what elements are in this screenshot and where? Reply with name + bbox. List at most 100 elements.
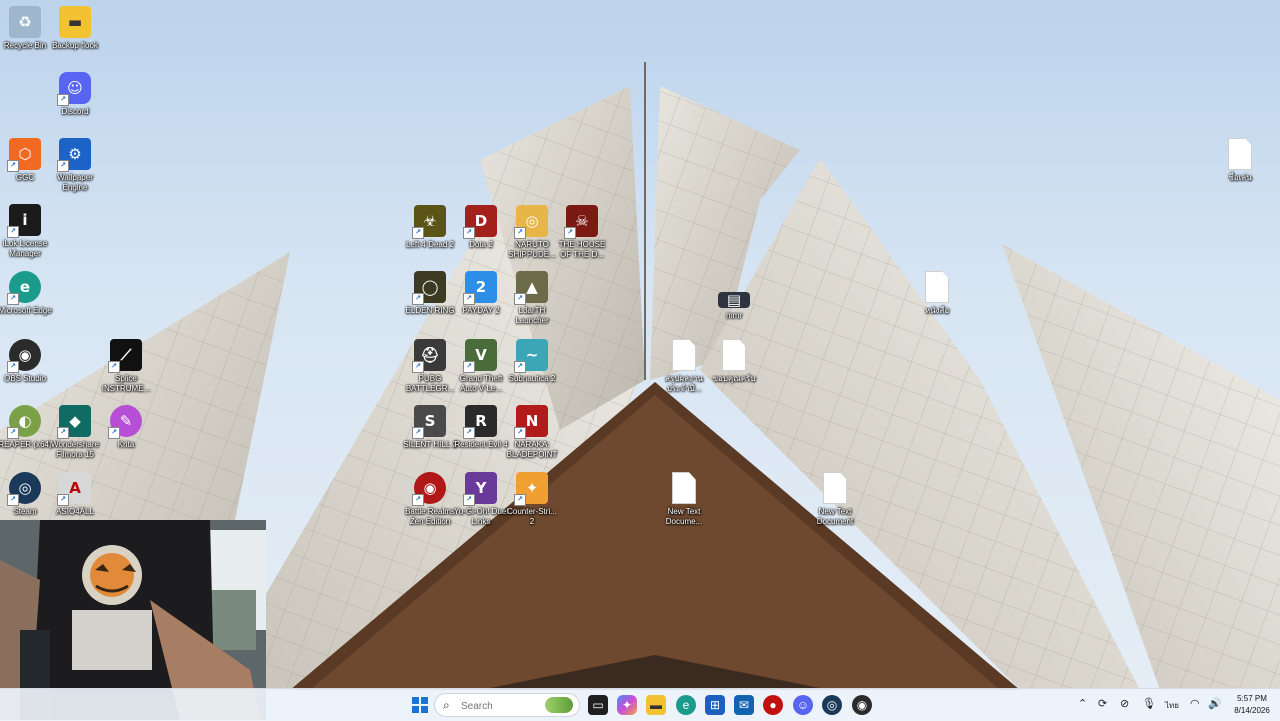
- text-file-icon: [672, 339, 696, 371]
- elden-ring-shortcut-icon[interactable]: ◯ ↗ ELDEN RING: [402, 271, 458, 316]
- taskbar-search-box[interactable]: ⌕: [434, 693, 580, 717]
- clock[interactable]: 5:57 PM 8/14/2026: [1228, 693, 1276, 717]
- steam-taskbar-button[interactable]: ◎: [822, 695, 842, 715]
- sync-icon[interactable]: ⟳: [1098, 697, 1107, 710]
- naraka-shortcut-icon[interactable]: N ↗ NARAKA: BLADEPOINT: [504, 405, 560, 460]
- text-file-icon: [722, 339, 746, 371]
- thai-file-4-icon[interactable]: ชื่อเล่น: [1212, 138, 1268, 183]
- dota2-glyph: D ↗: [463, 205, 497, 239]
- ilok-license-manager-shortcut-icon[interactable]: i ↗ iLok License Manager: [0, 204, 53, 259]
- naruto-glyph: ◎ ↗: [514, 205, 548, 239]
- ggc-label: GGC: [15, 173, 35, 182]
- subnautica-label: Subnautica 2: [508, 374, 556, 383]
- new-text-document-1-icon[interactable]: New Text Docume...: [656, 472, 712, 527]
- shortcut-arrow-icon: ↗: [412, 494, 424, 506]
- reaper-shortcut-icon[interactable]: ◐ ↗ REAPER (x64): [0, 405, 53, 450]
- splice-glyph: ⟋ ↗: [108, 339, 142, 373]
- payday-2-shortcut-icon[interactable]: 2 ↗ PAYDAY 2: [453, 271, 509, 316]
- pubg-shortcut-icon[interactable]: ⛑ ↗ PUBG BATTLEGR...: [402, 339, 458, 394]
- payday2-glyph: 2 ↗: [463, 271, 497, 305]
- volume-icon[interactable]: 🔊: [1208, 697, 1222, 710]
- naruto-shortcut-icon[interactable]: ◎ ↗ NARUTO SHIPPUDE...: [504, 205, 560, 260]
- dota-2-shortcut-icon[interactable]: D ↗ Dota 2: [453, 205, 509, 250]
- obs-studio-shortcut-icon[interactable]: ◉ ↗ OBS Studio: [0, 339, 53, 384]
- edge-taskbar-button[interactable]: e: [676, 695, 696, 715]
- shortcut-arrow-icon: ↗: [463, 494, 475, 506]
- l4d2-label: Left 4 Dead 2: [405, 240, 455, 249]
- shortcut-arrow-icon: ↗: [57, 494, 69, 506]
- silent-hill-2-shortcut-icon[interactable]: S ↗ SILENT HILL 2: [402, 405, 458, 450]
- yugioh-glyph: Y ↗: [463, 472, 497, 506]
- gta-glyph: V ↗: [463, 339, 497, 373]
- edge-glyph: e ↗: [7, 271, 41, 305]
- microphone-icon[interactable]: 🎙: [1142, 697, 1156, 710]
- network-off-icon[interactable]: ⊘: [1120, 697, 1129, 710]
- ggc-glyph: ⬡ ↗: [7, 138, 41, 172]
- clock-date: 8/14/2026: [1234, 706, 1270, 715]
- steam-label: Steam: [13, 507, 37, 516]
- recycle-bin-icon[interactable]: ♻ Recycle Bin: [0, 6, 53, 51]
- wallpaper-engine-shortcut-icon[interactable]: ⚙ ↗ Wallpaper Engine: [47, 138, 103, 193]
- outlook-button[interactable]: ✉: [734, 695, 754, 715]
- microsoft-edge-shortcut-icon[interactable]: e ↗ Microsoft Edge: [0, 271, 53, 316]
- shortcut-arrow-icon: ↗: [463, 361, 475, 373]
- thai-file-2-label: ขอบคุณครับ: [712, 374, 756, 383]
- resident-evil-4-shortcut-icon[interactable]: R ↗ Resident Evil 4: [453, 405, 509, 450]
- start-button[interactable]: [410, 695, 430, 715]
- shortcut-arrow-icon: ↗: [108, 361, 120, 373]
- thai-file-2-icon[interactable]: ขอบคุณครับ: [706, 339, 762, 384]
- search-input[interactable]: [459, 697, 553, 715]
- shortcut-arrow-icon: ↗: [412, 361, 424, 373]
- reaper-glyph: ◐ ↗: [7, 405, 41, 439]
- thai-file-1-icon[interactable]: สรุปผลงานประจำปี...: [656, 339, 712, 394]
- launcher-shortcut-icon[interactable]: ▲ ↗ L3arTH Launcher: [504, 271, 560, 326]
- new-text-doc-1-label: New Text Docume...: [665, 507, 703, 526]
- left-4-dead-2-shortcut-icon[interactable]: ☣ ↗ Left 4 Dead 2: [402, 205, 458, 250]
- battle-realms-label: Battle Realms Zen Edition: [405, 507, 455, 526]
- mmr-file-icon[interactable]: ▤ mmr: [706, 284, 762, 321]
- house-of-dead-glyph: ☠ ↗: [564, 205, 598, 239]
- shortcut-arrow-icon: ↗: [463, 227, 475, 239]
- filmora-label: Wondershare Filmora 15: [51, 440, 99, 459]
- naraka-glyph: N ↗: [514, 405, 548, 439]
- record-app-button[interactable]: ●: [763, 695, 783, 715]
- mmr-label: mmr: [726, 311, 742, 320]
- krita-shortcut-icon[interactable]: ✎ ↗ Krita: [98, 405, 154, 450]
- text-file-icon: [823, 472, 847, 504]
- ilok-glyph: i ↗: [7, 204, 41, 238]
- discord-taskbar-button[interactable]: ☺: [793, 695, 813, 715]
- house-of-the-dead-shortcut-icon[interactable]: ☠ ↗ THE HOUSE OF THE D...: [554, 205, 610, 260]
- task-view-button[interactable]: ▭: [588, 695, 608, 715]
- battle-realms-shortcut-icon[interactable]: ◉ ↗ Battle Realms Zen Edition: [402, 472, 458, 527]
- counter-strike-2-shortcut-icon[interactable]: ✦ ↗ Counter-Stri... 2: [504, 472, 560, 527]
- pubg-glyph: ⛑ ↗: [412, 339, 446, 373]
- thai-file-3-icon[interactable]: หนังสือ: [909, 271, 965, 316]
- shortcut-arrow-icon: ↗: [463, 293, 475, 305]
- file-explorer-button[interactable]: ▬: [646, 695, 666, 715]
- krita-glyph: ✎ ↗: [108, 405, 142, 439]
- filmora-shortcut-icon[interactable]: ◆ ↗ Wondershare Filmora 15: [47, 405, 103, 460]
- reaper-label: REAPER (x64): [0, 440, 52, 449]
- discord-shortcut-icon[interactable]: ☺ ↗ Discord: [47, 72, 103, 117]
- new-text-document-2-icon[interactable]: New Text Document: [807, 472, 863, 527]
- show-hidden-icons-chevron-icon[interactable]: ⌃: [1078, 697, 1087, 710]
- shortcut-arrow-icon: ↗: [412, 293, 424, 305]
- wifi-icon[interactable]: ◠: [1190, 697, 1200, 710]
- shortcut-arrow-icon: ↗: [514, 494, 526, 506]
- thai-file-3-label: หนังสือ: [924, 306, 950, 315]
- ggc-shortcut-icon[interactable]: ⬡ ↗ GGC: [0, 138, 53, 183]
- asio4all-shortcut-icon[interactable]: A ↗ ASIO4ALL: [47, 472, 103, 517]
- silent-hill-label: SILENT HILL 2: [403, 440, 457, 449]
- steam-shortcut-icon[interactable]: ◎ ↗ Steam: [0, 472, 53, 517]
- language-indicator[interactable]: ไทย: [1165, 699, 1179, 712]
- yugioh-duel-links-shortcut-icon[interactable]: Y ↗ Yu-Gi-Oh! Duel Links: [453, 472, 509, 527]
- splice-instrument-shortcut-icon[interactable]: ⟋ ↗ Splice INSTRUME...: [98, 339, 154, 394]
- new-text-doc-2-label: New Text Document: [816, 507, 854, 526]
- backup-flook-folder-icon[interactable]: ▬ Backup flook: [47, 6, 103, 51]
- subnautica-2-shortcut-icon[interactable]: ~ ↗ Subnautica 2: [504, 339, 560, 384]
- gta-v-shortcut-icon[interactable]: V ↗ Grand Theft Auto V Le...: [453, 339, 509, 394]
- microsoft-store-button[interactable]: ⊞: [705, 695, 725, 715]
- copilot-button[interactable]: ✦: [617, 695, 637, 715]
- obs-taskbar-button[interactable]: ◉: [852, 695, 872, 715]
- resident-evil-label: Resident Evil 4: [454, 440, 508, 449]
